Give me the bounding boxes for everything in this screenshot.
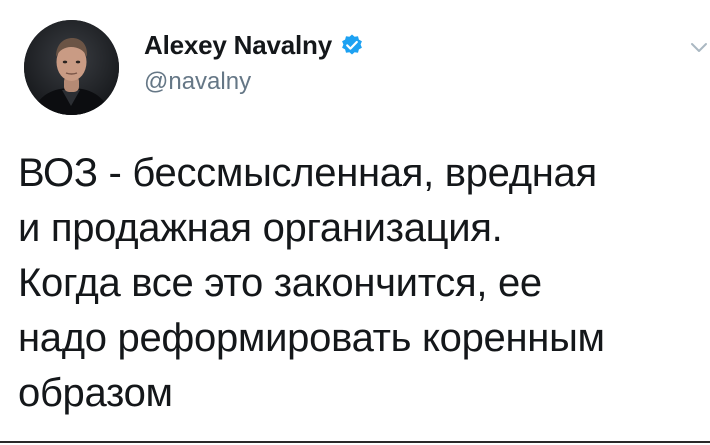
tweet-card: Alexey Navalny @navalny ВОЗ - бессмыслен…	[0, 0, 710, 445]
display-name-row: Alexey Navalny	[144, 28, 364, 62]
divider	[0, 441, 710, 443]
avatar[interactable]	[24, 20, 119, 115]
tweet-header: Alexey Navalny @navalny	[24, 20, 707, 116]
tweet-text-line: Когда все это закончится, ее	[18, 261, 542, 305]
author-names: Alexey Navalny @navalny	[144, 28, 364, 96]
author-handle[interactable]: @navalny	[144, 68, 364, 96]
tweet-text-line: ВОЗ - бессмысленная, вредная	[18, 151, 597, 195]
display-name[interactable]: Alexey Navalny	[144, 30, 332, 61]
tweet-text-line: надо реформировать коренным	[18, 316, 605, 360]
tweet-text-line: и продажная организация.	[18, 206, 503, 250]
tweet-text: ВОЗ - бессмысленная, вредная и продажная…	[18, 146, 708, 421]
avatar-image	[24, 20, 119, 115]
tweet-text-line: образом	[18, 371, 173, 415]
verified-badge-icon	[340, 33, 364, 57]
chevron-down-icon[interactable]	[686, 34, 710, 60]
